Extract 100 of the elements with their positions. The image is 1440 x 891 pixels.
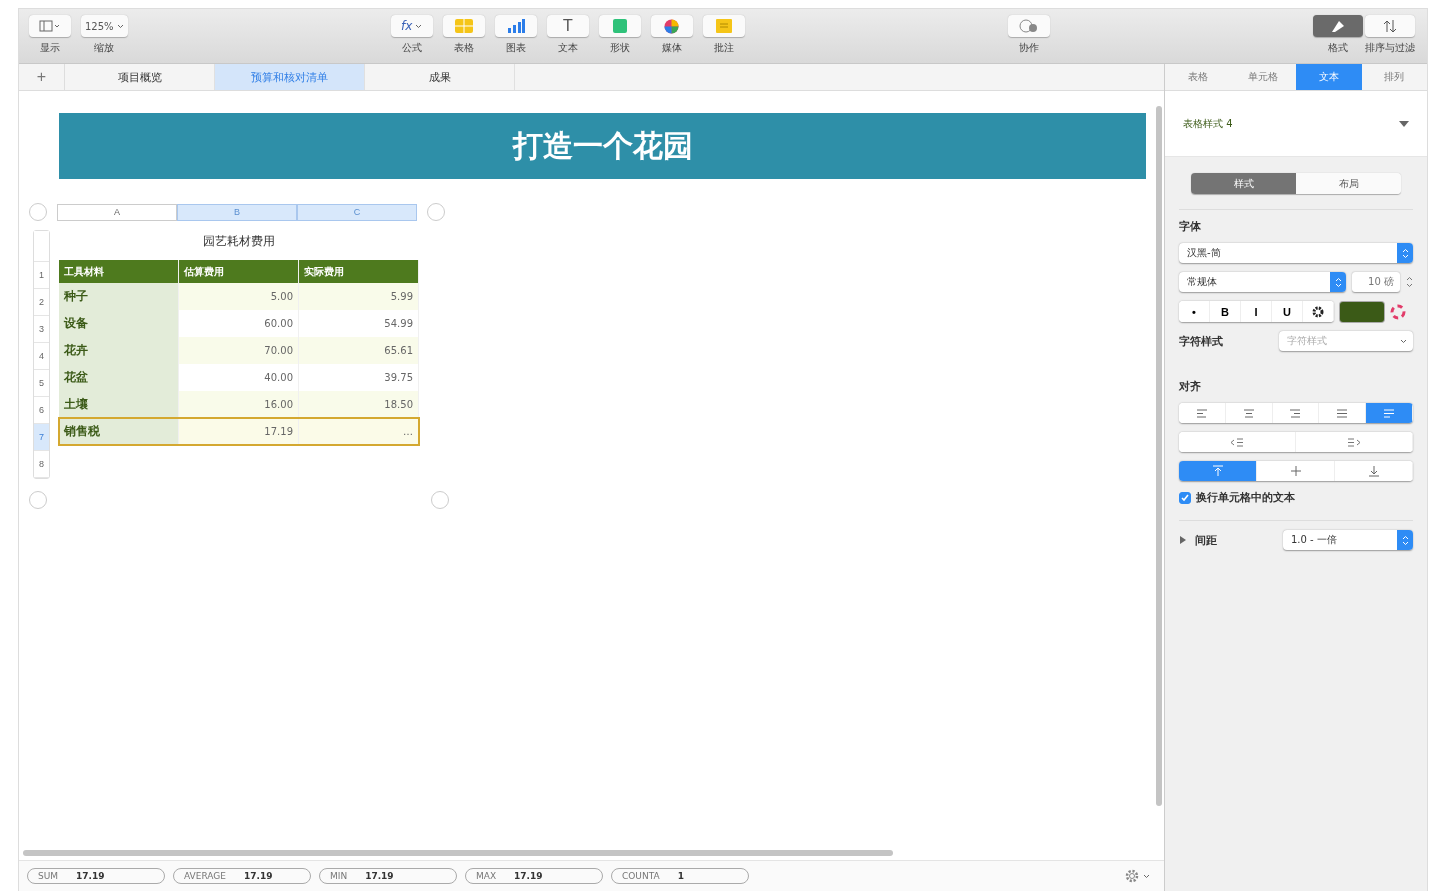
align-right-button[interactable] xyxy=(1272,403,1320,423)
table-cell: 5.99 xyxy=(299,283,419,310)
text-button[interactable]: T xyxy=(546,15,589,37)
spacing-disclosure[interactable]: 间距 xyxy=(1179,532,1217,548)
table-cell: 5.00 xyxy=(179,283,299,310)
table-cell: 16.00 xyxy=(179,391,299,418)
text-style-button[interactable]: B xyxy=(1210,301,1241,322)
stepper-arrows-icon xyxy=(1330,272,1346,292)
font-size-field[interactable]: 10 磅 xyxy=(1352,272,1400,292)
table-cell: 销售税 xyxy=(59,418,179,445)
table-cell: … xyxy=(299,418,419,445)
add-sheet-button[interactable]: + xyxy=(19,64,65,90)
toolbar-label: 协作 xyxy=(1018,41,1039,55)
table-title: 园艺耗材费用 xyxy=(202,233,276,250)
caret-icon xyxy=(1400,338,1407,344)
toolbar-label: 表格 xyxy=(453,41,474,55)
table-button[interactable] xyxy=(442,15,485,37)
align-justify-button[interactable] xyxy=(1319,403,1367,423)
bar-chart-icon xyxy=(506,19,525,33)
toolbar-label: 格式 xyxy=(1327,41,1348,55)
table-handle-icon[interactable] xyxy=(29,203,47,221)
indent-icon xyxy=(1230,437,1244,447)
vertical-align-icon xyxy=(1211,465,1224,477)
table-cell: 花盆 xyxy=(59,364,179,391)
style-name: 表格样式 4 xyxy=(1183,116,1233,131)
square-icon xyxy=(612,19,627,33)
formula-button[interactable]: fx xyxy=(390,15,433,37)
zoom-button[interactable]: 125% xyxy=(81,15,128,37)
inspector-tab[interactable]: 单元格 xyxy=(1230,64,1296,90)
align-left-button[interactable] xyxy=(1179,403,1226,423)
section-label: 字符样式 xyxy=(1179,333,1223,349)
row-number[interactable]: 7 xyxy=(34,424,49,451)
note-icon xyxy=(715,19,732,33)
table-cell: 18.50 xyxy=(299,391,419,418)
section-label: 对齐 xyxy=(1179,379,1202,394)
chart-button[interactable] xyxy=(494,15,537,37)
comment-button[interactable] xyxy=(702,15,745,37)
toolbar-label: 媒体 xyxy=(661,41,682,55)
stepper-icon[interactable] xyxy=(1406,275,1413,289)
align-lines-icon xyxy=(1195,408,1208,418)
text-style-button[interactable]: • xyxy=(1179,301,1210,322)
add-row-handle-icon[interactable] xyxy=(29,491,47,509)
caret-icon xyxy=(415,23,423,29)
inspector-tab[interactable]: 排列 xyxy=(1361,64,1427,90)
settings-icon[interactable] xyxy=(1124,868,1150,884)
valign-top-button[interactable] xyxy=(1179,461,1257,481)
sort-arrows-icon xyxy=(1381,19,1398,33)
media-button[interactable] xyxy=(650,15,693,37)
vertical-align-icon xyxy=(1367,465,1380,477)
inspector-tab[interactable]: 文本 xyxy=(1296,64,1362,90)
toolbar-label: 形状 xyxy=(609,41,630,55)
valign-middle-button[interactable] xyxy=(1257,461,1335,481)
wrap-checkbox[interactable] xyxy=(1179,491,1191,504)
indent-increase-button[interactable] xyxy=(1296,432,1413,452)
sheet-tab[interactable]: 预算和核对清单 xyxy=(215,64,365,90)
toolbar-label: 缩放 xyxy=(94,41,115,55)
sheet-tab[interactable]: 成果 xyxy=(365,64,515,90)
column-header[interactable]: A xyxy=(57,203,177,221)
valign-bottom-button[interactable] xyxy=(1335,461,1413,481)
align-lines-icon xyxy=(1242,408,1255,418)
checkbox-label: 换行单元格中的文本 xyxy=(1196,490,1295,505)
align-lines-icon xyxy=(1289,408,1302,418)
color-wheel-icon xyxy=(664,18,680,34)
stepper-arrows-icon xyxy=(1397,530,1413,550)
add-column-handle-icon[interactable] xyxy=(427,203,445,221)
people-icon xyxy=(1017,19,1040,33)
inspector-tab[interactable]: 表格 xyxy=(1165,64,1231,90)
font-family-select[interactable]: 汉黑-简 xyxy=(1179,243,1413,263)
gear-icon xyxy=(1312,305,1324,318)
segment-button[interactable]: 样式 xyxy=(1191,173,1296,194)
collaborate-button[interactable] xyxy=(1007,15,1050,37)
sidebar-layout-icon xyxy=(39,20,61,32)
resize-handle-icon[interactable] xyxy=(431,491,449,509)
title-banner: 打造一个花园 xyxy=(59,113,1146,179)
segment-button[interactable]: 布局 xyxy=(1296,173,1401,194)
align-auto-button[interactable] xyxy=(1366,403,1413,423)
spacing-select[interactable]: 1.0 - 一倍 xyxy=(1283,530,1413,550)
text-options-button[interactable] xyxy=(1303,301,1334,322)
color-well[interactable] xyxy=(1340,301,1384,322)
align-center-button[interactable] xyxy=(1225,403,1273,423)
color-wheel-icon[interactable] xyxy=(1390,303,1406,320)
indent-decrease-button[interactable] xyxy=(1179,432,1296,452)
text-style-button[interactable]: U xyxy=(1272,301,1303,322)
table-cell: 花卉 xyxy=(59,337,179,364)
toolbar-label: 排序与过滤 xyxy=(1364,41,1415,55)
paintbrush-icon xyxy=(1329,19,1346,33)
stepper-arrows-icon xyxy=(1397,243,1413,263)
view-button[interactable] xyxy=(29,15,71,37)
table-cell: 设备 xyxy=(59,310,179,337)
sort-button[interactable] xyxy=(1364,15,1415,37)
typeface-select[interactable]: 常规体 xyxy=(1179,272,1346,292)
disclosure-triangle-icon xyxy=(1179,536,1187,544)
dropdown-triangle-icon[interactable] xyxy=(1399,120,1409,127)
align-lines-icon xyxy=(1383,408,1396,418)
shape-button[interactable] xyxy=(598,15,641,37)
table-cell: 土壤 xyxy=(59,391,179,418)
format-button[interactable] xyxy=(1312,15,1363,37)
text-style-button[interactable]: I xyxy=(1241,301,1272,322)
caret-icon xyxy=(1143,873,1150,879)
table-cell: 65.61 xyxy=(299,337,419,364)
